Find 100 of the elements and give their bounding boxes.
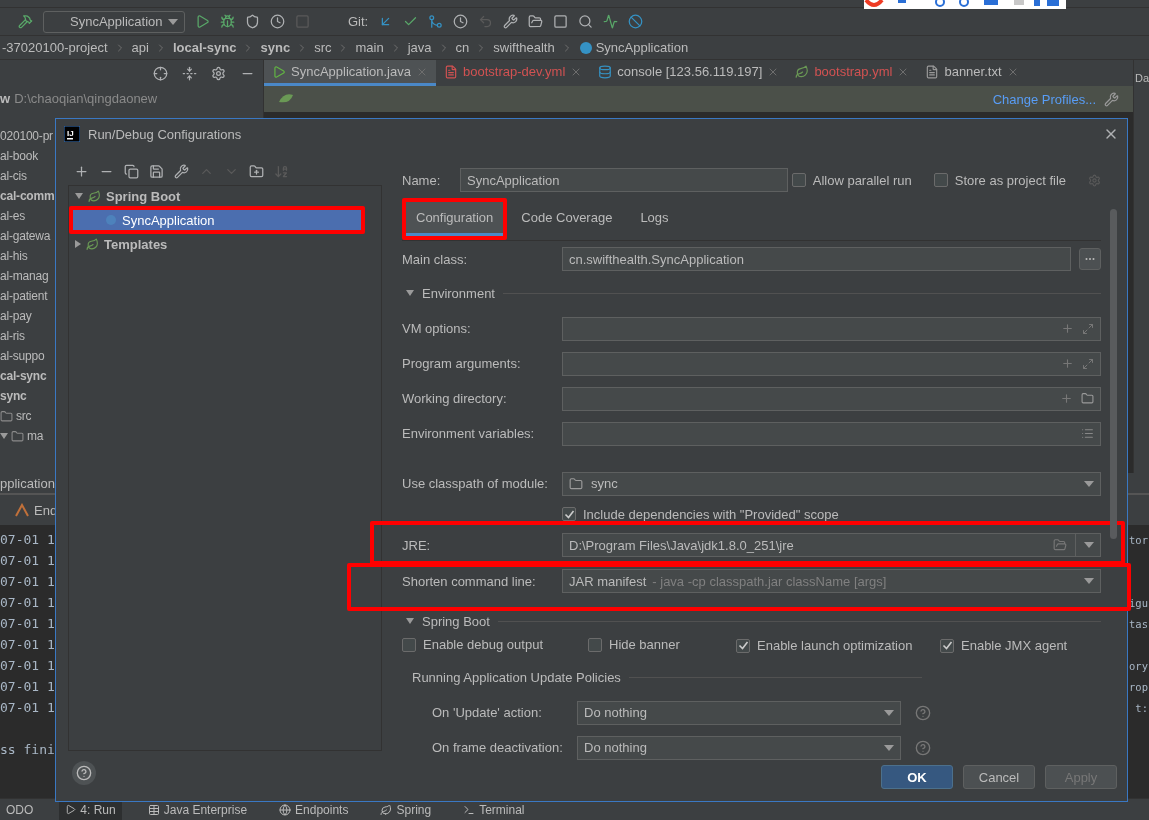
section-title[interactable]: Environment — [422, 285, 495, 301]
browse-button[interactable] — [1079, 248, 1101, 270]
collapse-icon[interactable] — [182, 65, 197, 81]
wrench-icon[interactable] — [174, 163, 189, 179]
save-icon[interactable] — [149, 163, 164, 179]
editor-tab[interactable]: console [123.56.119.197] — [590, 60, 788, 86]
locate-icon[interactable] — [153, 65, 168, 81]
breadcrumb[interactable]: cn — [455, 40, 470, 55]
project-tree-item[interactable]: al-book — [0, 149, 38, 163]
project-tree-item[interactable]: src — [16, 409, 32, 423]
checkbox[interactable]: Include dependencies with "Provided" scope — [562, 506, 839, 522]
search-icon[interactable] — [578, 14, 594, 29]
breadcrumb[interactable]: SyncApplication — [578, 40, 689, 55]
tool-window-tab[interactable]: Java Enterprise — [141, 798, 254, 820]
module-dropdown[interactable]: sync — [562, 471, 1101, 496]
project-tree-item[interactable]: sync — [0, 389, 27, 403]
project-tree-item[interactable]: al-pay — [0, 309, 32, 323]
coverage-icon[interactable] — [245, 14, 260, 29]
collapsed-arrow-icon[interactable] — [75, 240, 81, 248]
terminal-window-icon[interactable] — [553, 14, 569, 29]
name-field[interactable]: SyncApplication — [460, 168, 788, 192]
run-icon[interactable] — [195, 14, 210, 29]
policy-dropdown[interactable]: Do nothing — [577, 735, 901, 760]
project-tree-item[interactable]: 020100-pr — [0, 129, 53, 143]
editor-tab[interactable]: SyncApplication.java — [264, 60, 436, 86]
jre-field[interactable]: D:\Program Files\Java\jdk1.8.0_251\jre — [562, 533, 1101, 557]
input-field[interactable] — [562, 421, 1101, 446]
expanded-arrow-icon[interactable] — [75, 193, 83, 199]
expand-icon[interactable] — [1082, 357, 1094, 370]
change-profiles-link[interactable]: Change Profiles... — [992, 91, 1096, 107]
project-tree-item[interactable]: cal-comm — [0, 189, 55, 203]
plus-icon[interactable] — [1060, 392, 1073, 405]
tool-window-tab[interactable]: ODO — [0, 798, 40, 820]
shorten-command-dropdown[interactable]: JAR manifest - java -cp classpath.jar className [args] — [562, 569, 1101, 593]
debug-icon[interactable] — [220, 14, 235, 29]
wrench-icon[interactable] — [503, 14, 519, 29]
tool-window-tab[interactable]: Terminal — [457, 798, 531, 820]
side-tab[interactable]: Da — [1135, 72, 1149, 84]
breadcrumb[interactable]: -37020100-project — [2, 40, 108, 55]
breadcrumb[interactable]: src — [314, 40, 332, 55]
project-tree-item[interactable]: al-cis — [0, 169, 27, 183]
project-tree-item[interactable]: cal-sync — [0, 369, 47, 383]
folder-icon[interactable] — [1053, 538, 1067, 552]
help-icon[interactable] — [915, 739, 931, 756]
tree-group[interactable]: Spring Boot — [106, 188, 181, 204]
expand-icon[interactable] — [1082, 322, 1094, 335]
breadcrumb[interactable]: main — [355, 40, 384, 55]
breadcrumb[interactable]: local-sync — [172, 40, 237, 55]
input-field[interactable] — [562, 386, 1101, 411]
new-folder-icon[interactable] — [249, 163, 264, 179]
plus-icon[interactable] — [1061, 322, 1074, 335]
ok-button[interactable]: OK — [881, 765, 953, 789]
project-tree-item[interactable]: al-es — [0, 209, 25, 223]
checkbox[interactable]: Hide banner — [588, 637, 680, 653]
list-icon[interactable] — [1081, 427, 1094, 440]
history-icon[interactable] — [453, 14, 469, 29]
policy-dropdown[interactable]: Do nothing — [577, 700, 901, 725]
run-configuration-dropdown[interactable]: SyncApplication — [43, 10, 185, 33]
config-tab[interactable]: Configuration — [406, 202, 504, 236]
tool-window-tab[interactable]: Endpoints — [273, 798, 355, 820]
help-icon[interactable] — [915, 704, 931, 721]
expanded-arrow-icon[interactable] — [406, 290, 414, 296]
expanded-arrow-icon[interactable] — [406, 618, 414, 624]
breadcrumb[interactable]: api — [131, 40, 149, 55]
expanded-arrow-icon[interactable] — [0, 433, 8, 439]
dialog-button[interactable]: Cancel — [963, 765, 1035, 789]
section-title[interactable]: Spring Boot — [422, 613, 490, 629]
settings-icon[interactable] — [211, 65, 226, 81]
wrench-icon[interactable] — [1104, 91, 1119, 107]
breadcrumb[interactable]: sync — [260, 40, 291, 55]
tool-window-tab[interactable]: Spring — [374, 798, 438, 820]
tree-item[interactable]: SyncApplication — [73, 210, 361, 230]
breadcrumb[interactable]: java — [407, 40, 432, 55]
folder-icon[interactable] — [1081, 392, 1094, 405]
checkbox[interactable]: Allow parallel run — [791, 172, 912, 188]
disable-icon[interactable] — [628, 14, 644, 29]
checkbox[interactable]: Store as project file — [933, 172, 1066, 188]
project-structure-icon[interactable] — [528, 14, 544, 29]
scrollbar[interactable] — [1110, 209, 1117, 539]
project-tree-item[interactable]: al-manag — [0, 269, 49, 283]
config-tab[interactable]: Code Coverage — [511, 202, 623, 236]
profile-icon[interactable] — [270, 14, 285, 29]
project-tree-item[interactable]: al-ris — [0, 329, 25, 343]
hammer-icon[interactable] — [18, 14, 33, 29]
main-class-field[interactable]: cn.swifthealth.SyncApplication — [562, 247, 1071, 271]
project-tree-item[interactable]: al-gatewa — [0, 229, 51, 243]
monitor-icon[interactable] — [603, 14, 619, 29]
breadcrumb[interactable]: swifthealth — [493, 40, 555, 55]
input-method-toolbar-drawing[interactable] — [864, 0, 1066, 9]
plus-icon[interactable] — [1061, 357, 1074, 370]
input-field[interactable] — [562, 351, 1101, 376]
tree-group[interactable]: Templates — [104, 236, 168, 252]
checkbox[interactable]: Enable debug output — [402, 637, 543, 653]
merge-icon[interactable] — [428, 14, 444, 29]
project-tree-item[interactable]: al-patient — [0, 289, 48, 303]
help-button[interactable] — [72, 761, 96, 785]
project-tree-item[interactable]: al-suppo — [0, 349, 45, 363]
editor-tab[interactable]: banner.txt — [917, 60, 1027, 86]
config-tab[interactable]: Logs — [630, 202, 679, 236]
add-icon[interactable] — [74, 163, 89, 179]
